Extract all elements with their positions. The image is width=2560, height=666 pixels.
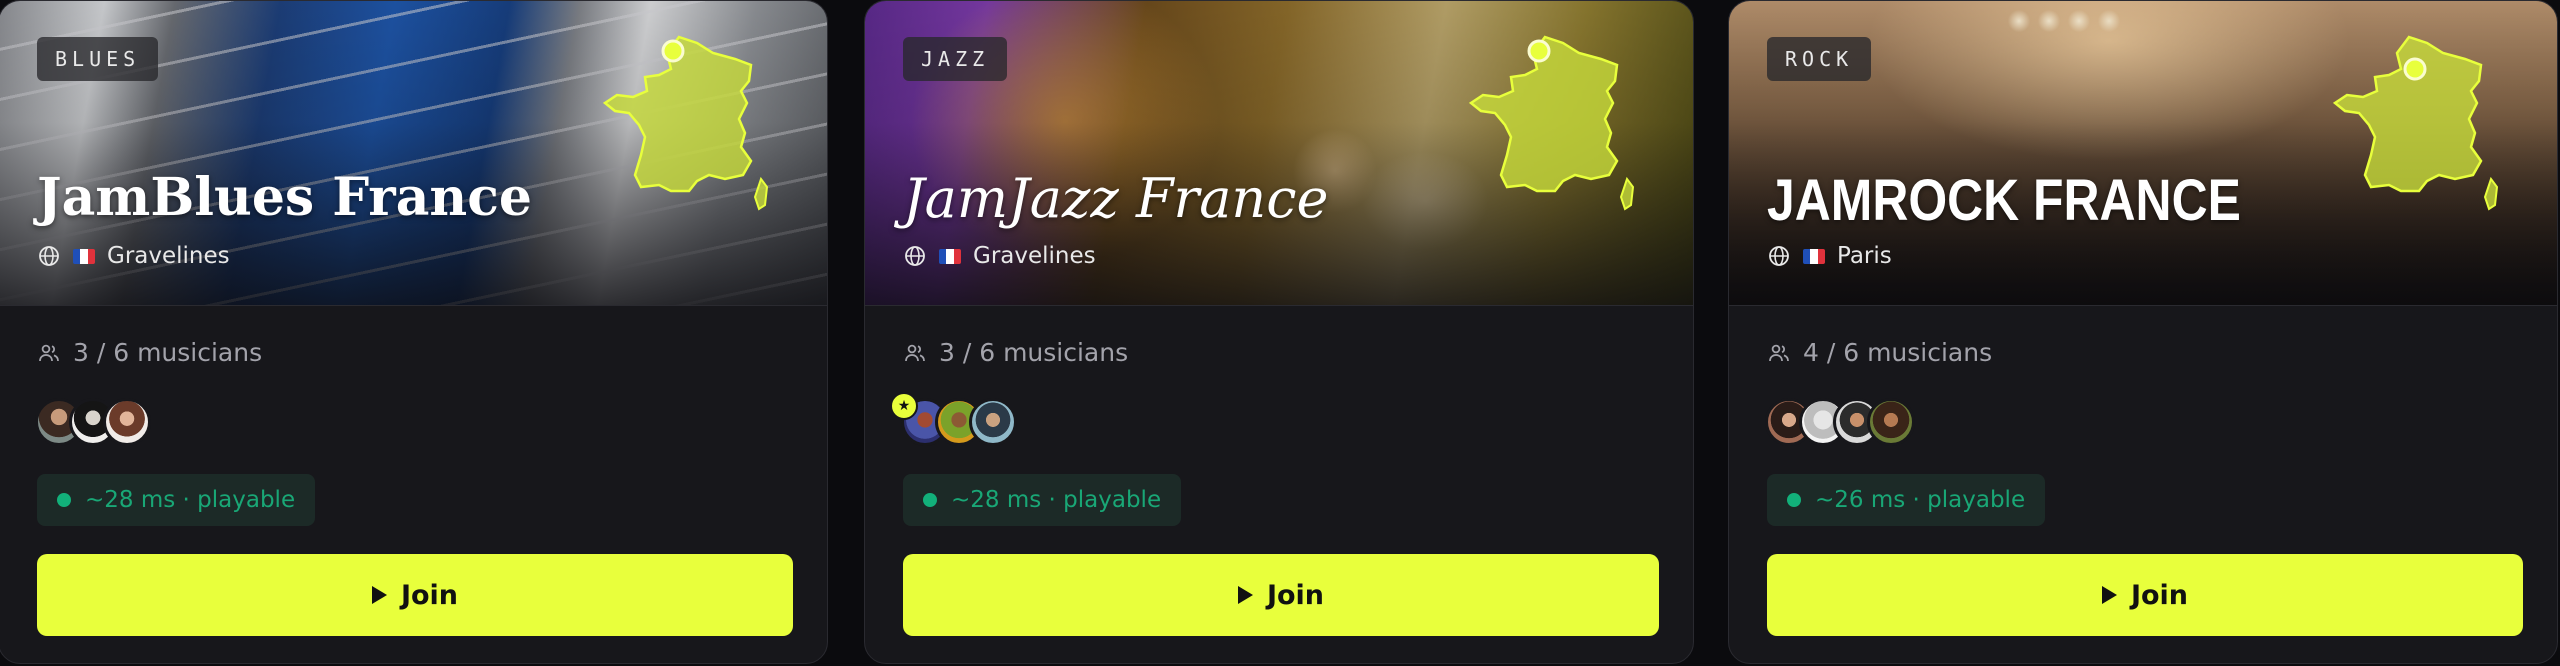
avatar[interactable] [1867, 398, 1915, 446]
users-icon [903, 341, 927, 365]
users-icon [37, 341, 61, 365]
play-icon [1237, 586, 1253, 604]
latency-label: ~28 ms · playable [951, 487, 1162, 513]
room-location: Gravelines [903, 243, 1096, 269]
room-title: JAMROCK FRANCE [1767, 168, 2241, 233]
status-dot-icon [923, 493, 937, 507]
avatar-stack [1765, 398, 1915, 446]
musician-count: 4 / 6 musicians [1767, 338, 1992, 367]
jam-card-blues[interactable]: BLUES JamBlues France Gravelines 3 / 6 m… [0, 0, 828, 664]
join-label: Join [400, 579, 459, 611]
globe-icon [903, 244, 927, 268]
join-label: Join [2130, 579, 2189, 611]
join-button[interactable]: Join [37, 554, 793, 636]
card-hero: ROCK JAMROCK FRANCE Paris [1729, 1, 2557, 306]
card-hero: JAZZ JamJazz France Gravelines [865, 1, 1693, 306]
star-icon: ★ [890, 392, 918, 420]
genre-tag: JAZZ [903, 37, 1008, 81]
musician-count-label: 3 / 6 musicians [939, 338, 1129, 367]
france-flag-icon [1803, 248, 1825, 264]
france-map-icon [601, 29, 771, 219]
musician-count: 3 / 6 musicians [903, 338, 1128, 367]
room-title: JamBlues France [37, 167, 532, 228]
room-title: JamJazz France [903, 167, 1329, 230]
latency-label: ~28 ms · playable [85, 487, 296, 513]
status-dot-icon [1787, 493, 1801, 507]
avatar[interactable] [969, 398, 1017, 446]
france-flag-icon [73, 248, 95, 264]
genre-tag: BLUES [37, 37, 159, 81]
avatar-stack [35, 398, 151, 446]
avatar[interactable] [103, 398, 151, 446]
latency-badge: ~28 ms · playable [903, 474, 1182, 526]
musician-count: 3 / 6 musicians [37, 338, 262, 367]
users-icon [1767, 341, 1791, 365]
latency-badge: ~26 ms · playable [1767, 474, 2046, 526]
play-icon [2101, 586, 2117, 604]
card-hero: BLUES JamBlues France Gravelines [0, 1, 827, 306]
city-label: Gravelines [973, 243, 1096, 269]
join-button[interactable]: Join [903, 554, 1659, 636]
genre-tag: ROCK [1767, 37, 1872, 81]
jam-card-rock[interactable]: ROCK JAMROCK FRANCE Paris 4 / 6 musician… [1728, 0, 2558, 664]
france-map-icon [1467, 29, 1637, 219]
room-location: Gravelines [37, 243, 230, 269]
globe-icon [1767, 244, 1791, 268]
play-icon [371, 586, 387, 604]
join-label: Join [1266, 579, 1325, 611]
room-location: Paris [1767, 243, 1892, 269]
jam-card-list: BLUES JamBlues France Gravelines 3 / 6 m… [0, 0, 2560, 666]
status-dot-icon [57, 493, 71, 507]
france-flag-icon [939, 248, 961, 264]
latency-badge: ~28 ms · playable [37, 474, 316, 526]
france-map-icon [2331, 29, 2501, 219]
musician-count-label: 3 / 6 musicians [73, 338, 263, 367]
join-button[interactable]: Join [1767, 554, 2523, 636]
city-label: Paris [1837, 243, 1892, 269]
musician-count-label: 4 / 6 musicians [1803, 338, 1993, 367]
latency-label: ~26 ms · playable [1815, 487, 2026, 513]
globe-icon [37, 244, 61, 268]
jam-card-jazz[interactable]: JAZZ JamJazz France Gravelines 3 / 6 mus… [864, 0, 1694, 664]
city-label: Gravelines [107, 243, 230, 269]
